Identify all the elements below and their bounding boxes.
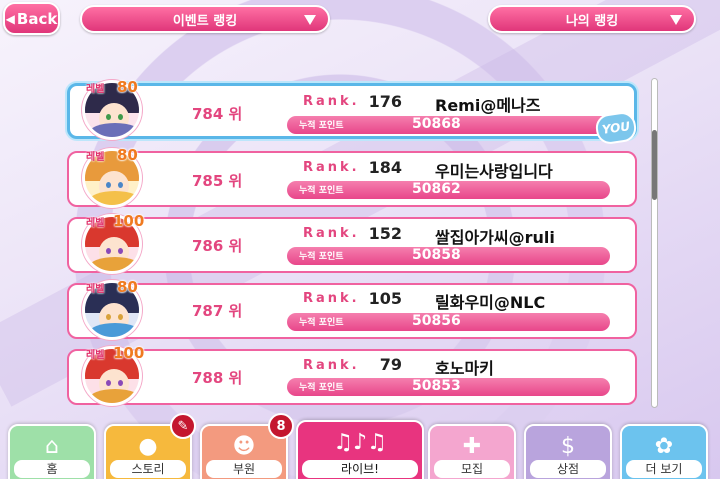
level-value: 80 [117,146,138,164]
scrollbar-track[interactable] [651,78,658,408]
points-bar: 누적 포인트 50858 [287,247,610,265]
gear-icon: ✿ [654,434,674,459]
member-notification-badge: 8 [268,413,294,439]
tab-more[interactable]: ✿ 더 보기 [620,424,708,479]
level-label: 레벨 [86,152,105,163]
tab-label: 라이브! [302,460,418,478]
rank-value: 184 [368,158,402,177]
points-value: 50853 [412,378,461,394]
tab-shop[interactable]: $ 상점 [524,424,612,479]
brush-icon: ✎ [170,413,196,439]
place-text: 787 위 [192,302,243,320]
rank-value: 105 [368,289,402,308]
place-text: 784 위 [192,105,243,123]
points-bar: 누적 포인트 50868 [287,116,610,134]
music-mic-icon: ♫♪♫ [333,430,387,455]
place-text: 785 위 [192,172,243,190]
points-label: 누적 포인트 [299,186,344,196]
points-bar: 누적 포인트 50856 [287,313,610,331]
tab-home[interactable]: ⌂ 홈 [8,424,96,479]
level-value: 100 [113,212,145,230]
tab-live[interactable]: ♫♪♫ 라이브! [296,420,424,479]
points-bar: 누적 포인트 50853 [287,378,610,396]
user-name: 쌀집아가씨@ruli [435,228,555,247]
points-label: 누적 포인트 [299,383,344,393]
tab-scout[interactable]: ✚ 모집 [428,424,516,479]
user-name: 호노마키 [435,359,494,378]
user-name: 우미는사랑입니다 [435,162,553,181]
points-value: 50858 [412,247,461,263]
shop-dollar-icon: $ [561,434,575,459]
tab-label: 상점 [530,460,606,478]
you-badge: YOU [594,110,638,146]
chat-bubble-icon: ● [138,434,158,459]
tab-label: 홈 [14,460,90,478]
level-label: 레벨 [86,84,105,95]
home-icon: ⌂ [45,434,59,459]
tab-label: 부원 [206,460,282,478]
bottom-nav: ⌂ 홈 ● 스토리 ☻ 부원 ♫♪♫ 라이브! ✚ 모집 $ 상점 ✿ 더 보기 [0,418,720,479]
points-label: 누적 포인트 [299,252,344,262]
level-label: 레벨 [86,284,105,295]
place-text: 788 위 [192,369,243,387]
level-value: 100 [113,344,145,362]
rank-value: 152 [368,224,402,243]
scout-plus-icon: ✚ [462,434,482,459]
points-label: 누적 포인트 [299,318,344,328]
place-text: 786 위 [192,237,243,255]
level-value: 80 [117,278,138,296]
points-bar: 누적 포인트 50862 [287,181,610,199]
level-value: 80 [117,78,138,96]
tab-label: 모집 [434,460,510,478]
level-label: 레벨 [86,218,105,229]
level-label: 레벨 [86,350,105,361]
ranking-list: 레벨 80 784 위 Rank. 176 Remi@메나즈 누적 포인트 50… [0,0,720,479]
tab-label: 스토리 [110,460,186,478]
scrollbar-thumb[interactable] [652,130,657,200]
rank-value: 79 [379,355,402,374]
user-name: 릴화우미@NLC [435,293,546,312]
points-value: 50868 [412,116,461,132]
points-value: 50856 [412,313,461,329]
points-value: 50862 [412,181,461,197]
user-name: Remi@메나즈 [435,96,541,115]
points-label: 누적 포인트 [299,121,344,131]
member-info-icon: ☻ [232,434,256,459]
rank-value: 176 [368,92,402,111]
tab-label: 더 보기 [626,460,702,478]
